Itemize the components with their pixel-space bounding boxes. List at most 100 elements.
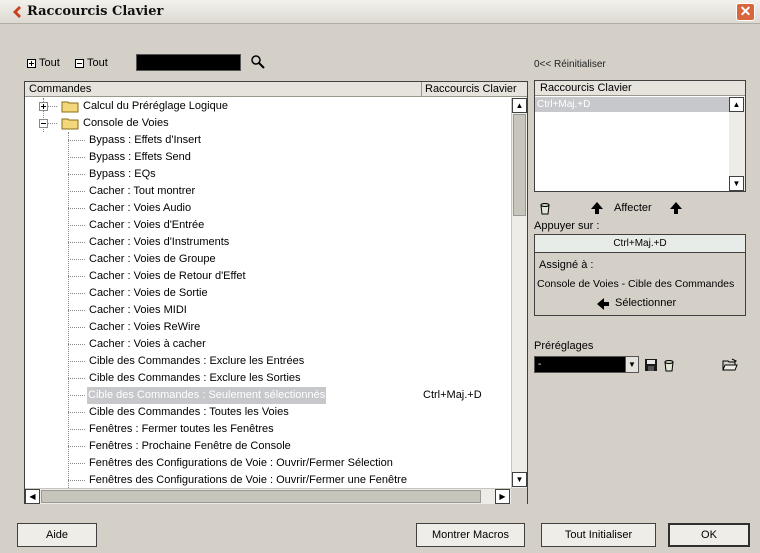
presets-label: Préréglages <box>534 340 594 352</box>
tree-line <box>68 429 85 430</box>
tree-line <box>68 310 85 311</box>
scroll-thumb[interactable] <box>513 114 526 216</box>
tree-line <box>68 378 85 379</box>
tree-item-row[interactable]: Cacher : Voies ReWire <box>25 319 511 336</box>
tree-line <box>68 463 85 464</box>
category-label: Console de Voies <box>83 117 169 129</box>
command-label: Cacher : Voies ReWire <box>89 321 201 333</box>
shortcuts-list[interactable]: Raccourcis Clavier Ctrl+Maj.+D ▲ ▼ <box>534 80 746 192</box>
tree-vertical-scrollbar[interactable]: ▲ ▼ <box>511 98 527 488</box>
tree-item-row[interactable]: Cible des Commandes : Exclure les Entrée… <box>25 353 511 370</box>
cubase-logo-icon <box>13 6 21 18</box>
scroll-down-button[interactable]: ▼ <box>729 176 744 191</box>
tree-line <box>68 327 85 328</box>
tree-item-row[interactable]: Fenêtres des Configurations de Voie : Ou… <box>25 455 511 472</box>
search-input[interactable] <box>136 54 241 71</box>
command-label: Bypass : EQs <box>89 168 156 180</box>
column-separator[interactable] <box>421 82 422 97</box>
tree-line <box>68 174 85 175</box>
command-label: Bypass : Effets Send <box>89 151 191 163</box>
assign-row: Affecter <box>534 199 746 219</box>
tree-item-row[interactable]: Cacher : Voies d'Instruments <box>25 234 511 251</box>
tree-horizontal-scrollbar[interactable]: ◀ ▶ <box>25 488 511 504</box>
collapse-all-button[interactable]: Tout <box>75 57 108 69</box>
commands-tree[interactable]: Commandes Raccourcis Clavier Calcul du P… <box>24 81 528 504</box>
arrow-up-icon <box>591 202 603 214</box>
presets-dropdown[interactable]: - ▼ <box>534 356 639 373</box>
command-label: Cacher : Voies à cacher <box>89 338 206 350</box>
scroll-up-button[interactable]: ▲ <box>512 98 527 113</box>
tree-item-row[interactable]: Cacher : Tout montrer <box>25 183 511 200</box>
command-label: Cacher : Voies d'Entrée <box>89 219 205 231</box>
dropdown-arrow-icon[interactable]: ▼ <box>625 357 638 372</box>
tree-line <box>68 293 85 294</box>
plus-box-icon <box>27 58 36 68</box>
scroll-down-button[interactable]: ▼ <box>512 472 527 487</box>
tree-item-row[interactable]: Bypass : Effets Send <box>25 149 511 166</box>
tree-item-row[interactable]: Cacher : Voies MIDI <box>25 302 511 319</box>
tree-item-row[interactable]: Cacher : Voies Audio <box>25 200 511 217</box>
assigned-to-value: Console de Voies - Cible des Commandes <box>537 278 735 290</box>
press-key-input[interactable]: Ctrl+Maj.+D <box>535 235 745 253</box>
collapse-minus-icon[interactable] <box>39 119 48 128</box>
delete-trash-icon[interactable] <box>538 201 552 215</box>
tree-line <box>68 140 85 141</box>
reset-all-button[interactable]: Tout Initialiser <box>541 523 656 547</box>
tree-item-row[interactable]: Cible des Commandes : Toutes les Voies <box>25 404 511 421</box>
tree-item-row[interactable]: Bypass : EQs <box>25 166 511 183</box>
tree-line <box>68 191 85 192</box>
tree-item-row[interactable]: Fenêtres des Configurations de Voie : Ou… <box>25 472 511 488</box>
command-label: Cible des Commandes : Toutes les Voies <box>89 406 289 418</box>
expand-plus-icon[interactable] <box>39 102 48 111</box>
title-bar[interactable]: Raccourcis Clavier ✕ <box>0 0 760 24</box>
show-macros-button[interactable]: Montrer Macros <box>416 523 525 547</box>
tree-item-row-selected[interactable]: Cible des Commandes : Seulement sélectio… <box>25 387 511 404</box>
reset-button[interactable]: 0<< Réinitialiser <box>534 59 606 70</box>
shortcut-list-item[interactable]: Ctrl+Maj.+D <box>535 97 729 112</box>
ok-button[interactable]: OK <box>668 523 750 547</box>
tree-item-row[interactable]: Cacher : Voies de Sortie <box>25 285 511 302</box>
command-label: Bypass : Effets d'Insert <box>89 134 201 146</box>
tree-item-row[interactable]: Cacher : Voies d'Entrée <box>25 217 511 234</box>
commands-column-header[interactable]: Commandes <box>29 83 91 95</box>
tree-item-row[interactable]: Fenêtres : Prochaine Fenêtre de Console <box>25 438 511 455</box>
delete-preset-icon[interactable] <box>662 358 676 372</box>
tree-line <box>68 361 85 362</box>
tree-category-row[interactable]: Calcul du Préréglage Logique <box>25 98 511 115</box>
help-button[interactable]: Aide <box>17 523 97 547</box>
command-label: Cible des Commandes : Exclure les Sortie… <box>89 372 301 384</box>
tree-line <box>68 208 85 209</box>
tree-item-row[interactable]: Cacher : Voies de Groupe <box>25 251 511 268</box>
category-label: Calcul du Préréglage Logique <box>83 100 228 112</box>
command-label: Cible des Commandes : Exclure les Entrée… <box>89 355 305 367</box>
search-icon[interactable] <box>250 54 266 70</box>
tree-line <box>68 412 85 413</box>
save-icon[interactable] <box>644 358 658 372</box>
assigned-to-label: Assigné à : <box>539 259 594 271</box>
tree-item-row[interactable]: Cible des Commandes : Exclure les Sortie… <box>25 370 511 387</box>
arrow-up-icon <box>670 202 682 214</box>
scroll-right-button[interactable]: ▶ <box>495 489 510 504</box>
assign-button[interactable]: Affecter <box>614 202 652 214</box>
scroll-left-button[interactable]: ◀ <box>25 489 40 504</box>
horizontal-scroll-thumb[interactable] <box>41 490 481 503</box>
command-label: Cacher : Tout montrer <box>89 185 196 197</box>
tree-item-row[interactable]: Cacher : Voies de Retour d'Effet <box>25 268 511 285</box>
minus-box-icon <box>75 58 84 68</box>
close-button[interactable]: ✕ <box>736 3 755 21</box>
tree-line <box>68 276 85 277</box>
tree-item-row[interactable]: Fenêtres : Fermer toutes les Fenêtres <box>25 421 511 438</box>
select-button[interactable]: Sélectionner <box>535 295 745 313</box>
open-folder-import-icon[interactable] <box>722 358 738 372</box>
command-shortcut: Ctrl+Maj.+D <box>423 389 482 401</box>
tree-category-row[interactable]: Console de Voies <box>25 115 511 132</box>
expand-all-button[interactable]: Tout <box>27 57 60 69</box>
shortcuts-column-header[interactable]: Raccourcis Clavier <box>425 83 517 95</box>
tree-item-row[interactable]: Bypass : Effets d'Insert <box>25 132 511 149</box>
tree-line <box>68 259 85 260</box>
scroll-up-button[interactable]: ▲ <box>729 97 744 112</box>
shortcuts-scrollbar[interactable]: ▲ ▼ <box>729 97 745 191</box>
command-label: Fenêtres des Configurations de Voie : Ou… <box>89 474 407 486</box>
tree-item-row[interactable]: Cacher : Voies à cacher <box>25 336 511 353</box>
command-label: Fenêtres des Configurations de Voie : Ou… <box>89 457 393 469</box>
